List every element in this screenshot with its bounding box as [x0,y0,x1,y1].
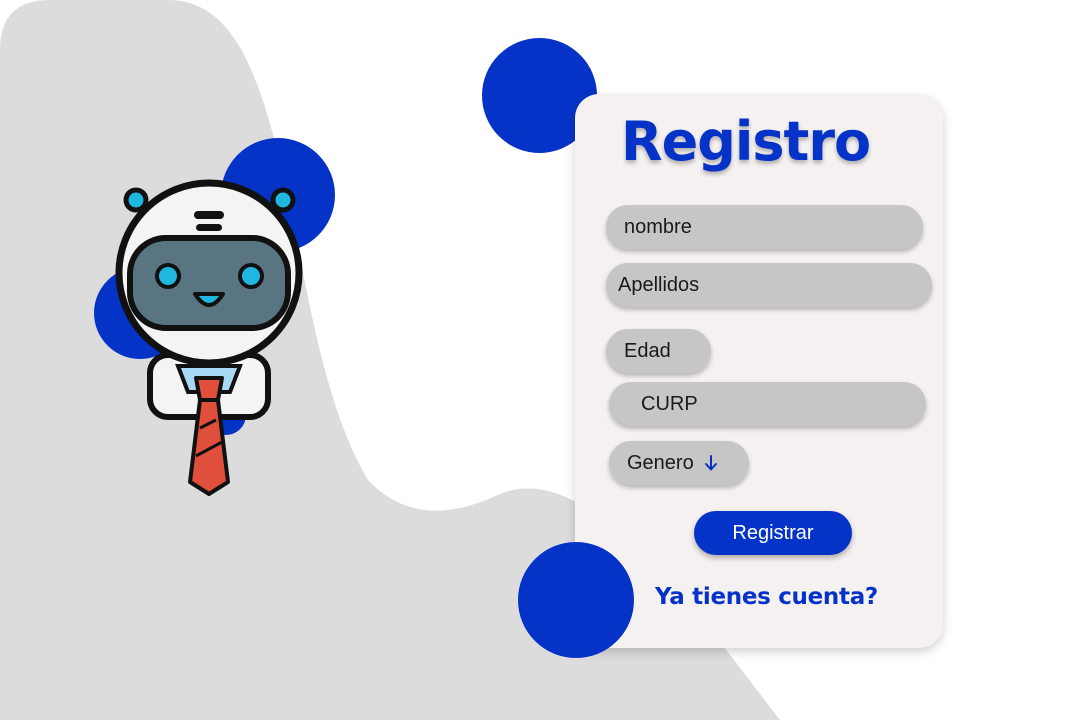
apellidos-field[interactable]: Apellidos [606,263,932,307]
curp-field[interactable]: CURP [609,382,926,426]
registration-card: Registro nombre Apellidos Edad CURP Gene… [575,94,943,648]
edad-field[interactable]: Edad [606,329,711,373]
genero-select[interactable]: Genero [609,441,749,485]
registrar-button[interactable]: Registrar [694,511,852,555]
robot-with-tie-icon [94,138,335,496]
nombre-field[interactable]: nombre [606,205,923,249]
login-link[interactable]: Ya tienes cuenta? [655,584,878,610]
arrow-down-icon [704,454,718,472]
genero-label: Genero [627,451,694,474]
form-title: Registro [621,110,871,173]
decorative-circle-bottom [518,542,634,658]
